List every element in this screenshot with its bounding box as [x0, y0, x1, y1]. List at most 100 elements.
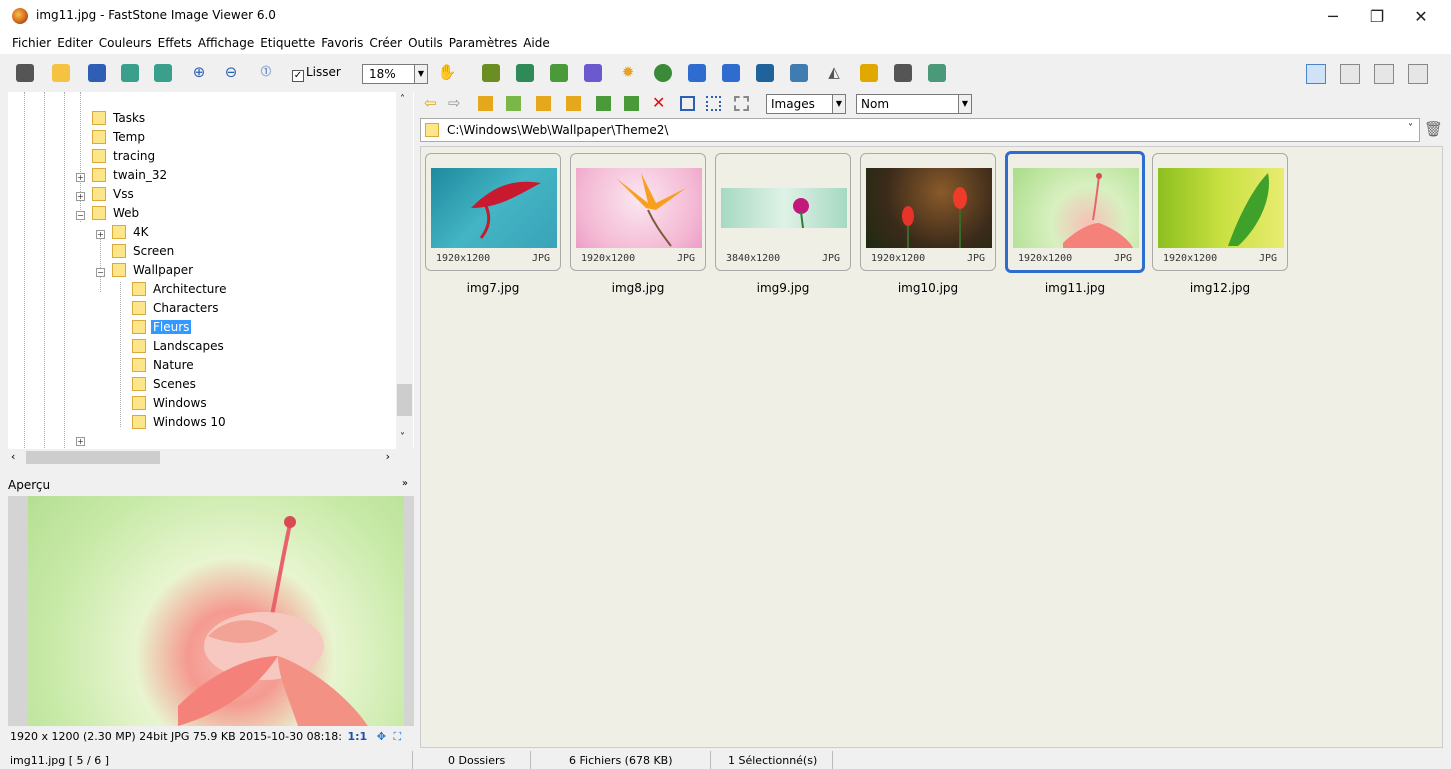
chevron-down-icon[interactable]: ˅ — [400, 432, 405, 443]
scroll-thumb[interactable] — [397, 384, 412, 416]
tree-horizontal-scrollbar[interactable]: ‹ › — [8, 449, 414, 466]
tree-item[interactable]: Tasks — [92, 108, 147, 127]
previous-icon[interactable] — [121, 64, 139, 82]
settings-icon[interactable] — [928, 64, 946, 82]
tree-item[interactable]: Nature — [132, 355, 196, 374]
color-balance-icon[interactable] — [584, 64, 602, 82]
thumbnail-browser[interactable]: 1920x1200 JPG img7.jpg 1920x1200 JPG img… — [420, 146, 1443, 748]
tree-item[interactable]: Wallpaper — [112, 260, 195, 279]
expand-icon[interactable]: + — [76, 173, 85, 182]
zoom-in-icon[interactable]: ⊕ — [189, 63, 209, 81]
zoom-select[interactable]: 18% ▼ — [362, 64, 428, 84]
tree-item[interactable]: Windows 10 — [132, 412, 228, 431]
menu-parametres[interactable]: Paramètres — [446, 36, 520, 50]
tree-item[interactable]: Temp — [92, 127, 147, 146]
tree-vertical-scrollbar[interactable]: ˄ ˅ — [396, 92, 413, 452]
erase-icon[interactable]: ◭ — [824, 63, 844, 81]
thumbnail-name[interactable]: img12.jpg — [1152, 281, 1288, 295]
chevron-down-icon[interactable]: ˅ — [1408, 123, 1413, 134]
single-view-icon[interactable] — [1374, 64, 1394, 84]
back-icon[interactable]: ⇦ — [424, 94, 437, 112]
thumbnail-name[interactable]: img7.jpg — [425, 281, 561, 295]
favorites-icon[interactable] — [536, 96, 551, 111]
filter-select[interactable]: Images ▼ — [766, 94, 846, 114]
trash-icon[interactable]: 🗑 — [1424, 120, 1443, 138]
grid-view-icon[interactable] — [706, 96, 721, 111]
slideshow-icon[interactable] — [790, 64, 808, 82]
browser-view-icon[interactable] — [1306, 64, 1326, 84]
preview-view-icon[interactable] — [1340, 64, 1360, 84]
new-folder-icon[interactable] — [566, 96, 581, 111]
tree-item[interactable]: Architecture — [132, 279, 228, 298]
collapse-icon[interactable]: » — [402, 478, 408, 489]
expand-icon[interactable]: + — [76, 437, 85, 446]
red-eye-icon[interactable] — [654, 64, 672, 82]
zoom-out-icon[interactable]: ⊖ — [221, 63, 241, 81]
thumbnail[interactable]: 1920x1200 JPG — [860, 153, 996, 271]
resize-icon[interactable] — [516, 64, 534, 82]
menu-outils[interactable]: Outils — [405, 36, 446, 50]
fullscreen-icon[interactable] — [1408, 64, 1428, 84]
thumbnail-name[interactable]: img9.jpg — [715, 281, 851, 295]
email-icon[interactable] — [860, 64, 878, 82]
save-icon[interactable] — [88, 64, 106, 82]
tree-item[interactable]: tracing — [92, 146, 157, 165]
thumbnail-selected[interactable]: 1920x1200 JPG — [1005, 151, 1145, 273]
expand-icon[interactable]: + — [96, 230, 105, 239]
tree-item[interactable]: Characters — [132, 298, 221, 317]
chevron-right-icon[interactable]: › — [386, 450, 390, 463]
tree-item[interactable]: Vss — [92, 184, 136, 203]
thumbnail-name[interactable]: img11.jpg — [1007, 281, 1143, 295]
open-folder-icon[interactable] — [52, 64, 70, 82]
menu-effets[interactable]: Effets — [155, 36, 195, 50]
menu-creer[interactable]: Créer — [366, 36, 405, 50]
sort-select[interactable]: Nom ▼ — [856, 94, 972, 114]
move-to-icon[interactable] — [624, 96, 639, 111]
thumbnails-view-icon[interactable] — [680, 96, 695, 111]
chevron-left-icon[interactable]: ‹ — [11, 450, 15, 463]
path-field[interactable]: C:\Windows\Web\Wallpaper\Theme2\ ˅ — [420, 118, 1420, 142]
ratio-button[interactable]: 1:1 — [348, 730, 368, 743]
rotate-right-icon[interactable] — [722, 64, 740, 82]
next-icon[interactable] — [154, 64, 172, 82]
menu-etiquette[interactable]: Etiquette — [257, 36, 318, 50]
tree-item[interactable]: Screen — [112, 241, 176, 260]
close-button[interactable]: ✕ — [1399, 0, 1443, 32]
hand-tool-icon[interactable]: ✋ — [437, 63, 457, 81]
menu-aide[interactable]: Aide — [520, 36, 553, 50]
delete-icon[interactable]: ✕ — [652, 93, 665, 112]
chevron-up-icon[interactable]: ˄ — [400, 94, 405, 105]
folder-tree[interactable]: Tasks Temp tracing + twain_32 + Vss − We… — [8, 92, 414, 452]
tree-item[interactable]: 4K — [112, 222, 151, 241]
tree-item[interactable]: twain_32 — [92, 165, 169, 184]
menu-couleurs[interactable]: Couleurs — [96, 36, 155, 50]
menu-fichier[interactable]: Fichier — [9, 36, 54, 50]
copy-icon[interactable] — [596, 96, 611, 111]
sun-icon[interactable]: ✹ — [618, 63, 638, 81]
menu-favoris[interactable]: Favoris — [318, 36, 366, 50]
crop-icon[interactable] — [550, 64, 568, 82]
thumbnail-name[interactable]: img10.jpg — [860, 281, 996, 295]
camera-icon[interactable] — [16, 64, 34, 82]
film-icon[interactable] — [482, 64, 500, 82]
tree-item[interactable]: Windows — [132, 393, 209, 412]
tree-item-selected[interactable]: Fleurs — [132, 317, 192, 336]
scroll-thumb[interactable] — [26, 451, 160, 464]
up-folder-icon[interactable] — [478, 96, 493, 111]
thumbnail[interactable]: 1920x1200 JPG — [570, 153, 706, 271]
thumbnail[interactable]: 1920x1200 JPG — [1152, 153, 1288, 271]
minimize-button[interactable]: ─ — [1311, 0, 1355, 32]
rotate-left-icon[interactable] — [688, 64, 706, 82]
move-icon[interactable]: ✥ — [377, 730, 386, 743]
details-view-icon[interactable] — [734, 96, 749, 111]
print-icon[interactable] — [894, 64, 912, 82]
expand-icon[interactable]: + — [76, 192, 85, 201]
tree-item[interactable]: Landscapes — [132, 336, 226, 355]
fit-icon[interactable]: ⛶ — [393, 730, 401, 743]
collapse-icon[interactable]: − — [76, 211, 85, 220]
tree-item[interactable]: Scenes — [132, 374, 198, 393]
menu-editer[interactable]: Editer — [54, 36, 96, 50]
tree-item[interactable]: Web — [92, 203, 141, 222]
actual-size-icon[interactable]: ⓵ — [256, 63, 276, 81]
thumbnail[interactable]: 1920x1200 JPG — [425, 153, 561, 271]
